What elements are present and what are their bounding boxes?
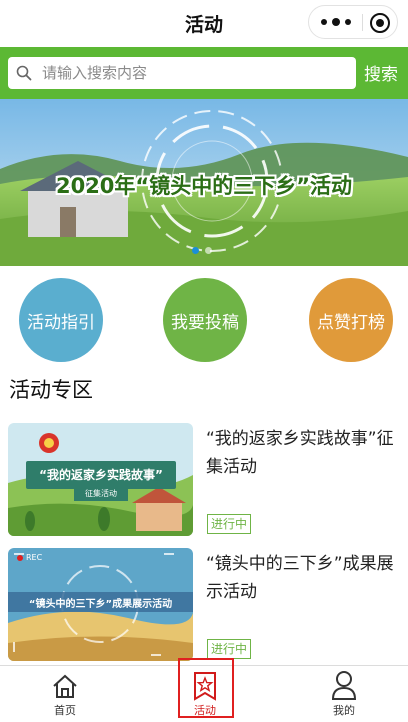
submit-entry-button[interactable]: 我要投稿 xyxy=(163,278,247,362)
activity-title[interactable]: “镜头中的三下乡”成果展示活动 xyxy=(206,550,402,606)
capsule-divider xyxy=(362,14,363,31)
banner-carousel[interactable]: 2020年“镜头中的三下乡”活动 xyxy=(0,99,408,266)
search-icon xyxy=(16,65,32,81)
thumbnail-subtitle: 征集活动 xyxy=(85,489,117,498)
activity-title[interactable]: “我的返家乡实践故事”征集活动 xyxy=(206,425,402,481)
user-icon xyxy=(331,671,357,700)
like-ranking-button[interactable]: 点赞打榜 xyxy=(309,278,393,362)
activity-thumbnail: “我的返家乡实践故事” 征集活动 xyxy=(8,423,193,536)
thumbnail-title: “镜头中的三下乡”成果展示活动 xyxy=(28,599,173,610)
activity-card[interactable]: REC “镜头中的三下乡”成果展示活动 “镜头中的三下乡”成果展示活动 进行中 xyxy=(0,548,408,664)
tab-home[interactable]: 首页 xyxy=(25,666,105,721)
miniprogram-capsule xyxy=(308,5,398,39)
carousel-dot-active xyxy=(192,247,199,254)
tab-mine[interactable]: 我的 xyxy=(304,666,384,721)
section-title: 活动专区 xyxy=(9,378,93,402)
activity-guide-button[interactable]: 活动指引 xyxy=(19,278,103,362)
carousel-dot xyxy=(205,247,212,254)
activity-thumbnail: REC “镜头中的三下乡”成果展示活动 xyxy=(8,548,193,661)
status-badge: 进行中 xyxy=(207,639,252,659)
status-badge: 进行中 xyxy=(207,514,252,534)
more-options-icon[interactable] xyxy=(321,14,351,30)
title-bar: 活动 xyxy=(0,0,408,46)
search-input[interactable] xyxy=(42,61,342,85)
search-button[interactable]: 搜索 xyxy=(364,60,398,85)
search-box[interactable] xyxy=(8,57,356,89)
thumbnail-title: “我的返家乡实践故事” xyxy=(39,468,163,482)
banner-title: 2020年“镜头中的三下乡”活动 xyxy=(55,174,353,198)
active-tab-highlight xyxy=(178,658,234,718)
carousel-indicator xyxy=(192,247,212,254)
close-target-icon[interactable] xyxy=(370,13,390,33)
home-icon xyxy=(53,674,77,698)
tab-label: 首页 xyxy=(54,704,76,717)
activity-card[interactable]: “我的返家乡实践故事” 征集活动 “我的返家乡实践故事”征集活动 进行中 xyxy=(0,423,408,539)
search-bar: 搜索 xyxy=(0,47,408,99)
tab-label: 我的 xyxy=(333,704,355,717)
rec-label: REC xyxy=(26,553,43,562)
